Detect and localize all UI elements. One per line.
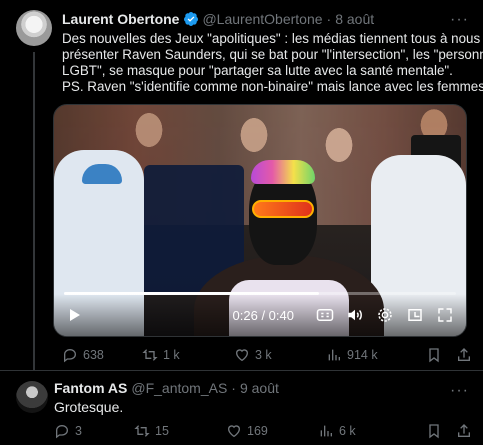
avatar[interactable]	[16, 10, 52, 46]
pip-icon[interactable]	[406, 306, 424, 324]
reply-header: Fantom AS @F_antom_AS · 9 août	[54, 380, 279, 396]
volume-icon[interactable]	[346, 306, 364, 324]
captions-icon[interactable]	[316, 306, 334, 324]
reply-button[interactable]: 638	[62, 347, 142, 363]
author-handle[interactable]: @LaurentObertone	[202, 11, 322, 27]
reply-icon	[56, 424, 69, 439]
reply-count: 3	[75, 424, 82, 438]
tweet-actions: 638 1 k 3 k 914 k	[62, 345, 472, 365]
retweet-button[interactable]: 1 k	[142, 347, 234, 363]
like-button[interactable]: 3 k	[234, 347, 326, 363]
thread-line	[33, 52, 35, 370]
views-count: 914 k	[347, 348, 378, 362]
settings-gear-icon[interactable]	[376, 306, 394, 324]
separator-dot: ·	[231, 380, 236, 396]
tweet-text-line: LGBT", se masque pour "partager sa lutte…	[62, 63, 453, 78]
reply-count: 638	[83, 348, 104, 362]
separator-dot: ·	[326, 11, 332, 27]
like-count: 169	[247, 424, 268, 438]
reply-icon	[64, 348, 77, 363]
video-controls: 0:26 / 0:40	[54, 294, 466, 336]
views-button[interactable]: 914 k	[326, 347, 416, 363]
tweet-text-line: présenter Raven Saunders, qui se bat pou…	[62, 47, 483, 62]
video-player[interactable]: 0:26 / 0:40	[53, 104, 467, 337]
tweet-text-line: Des nouvelles des Jeux "apolitiques" : l…	[62, 31, 481, 46]
tweet-date[interactable]: 8 août	[335, 11, 374, 27]
views-chart-icon	[328, 349, 340, 361]
retweet-count: 1 k	[163, 348, 180, 362]
retweet-button[interactable]: 15	[134, 423, 226, 439]
views-button[interactable]: 6 k	[318, 423, 408, 439]
reply-button[interactable]: 3	[54, 423, 134, 439]
video-time: 0:26 / 0:40	[232, 307, 294, 323]
views-count: 6 k	[339, 424, 356, 438]
heart-icon	[235, 349, 249, 362]
share-icon[interactable]	[456, 423, 472, 439]
divider	[0, 370, 483, 371]
reply-text: Grotesque.	[54, 399, 124, 415]
retweet-count: 15	[155, 424, 169, 438]
tweet-text-line: PS. Raven "s'identifie comme non-binaire…	[62, 79, 483, 94]
retweet-icon	[142, 349, 158, 361]
author-handle[interactable]: @F_antom_AS	[131, 380, 227, 396]
video-frame-glasses	[252, 200, 314, 218]
video-frame-cap	[82, 164, 122, 184]
author-name[interactable]: Laurent Obertone	[62, 11, 179, 27]
bookmark-icon[interactable]	[426, 347, 442, 363]
fullscreen-icon[interactable]	[436, 306, 454, 324]
play-icon[interactable]	[66, 307, 82, 323]
bookmark-icon[interactable]	[426, 423, 442, 439]
more-options-icon[interactable]: ···	[450, 382, 469, 400]
like-button[interactable]: 169	[226, 423, 318, 439]
like-count: 3 k	[255, 348, 272, 362]
avatar[interactable]	[16, 381, 48, 413]
author-name[interactable]: Fantom AS	[54, 380, 127, 396]
reply-date[interactable]: 9 août	[240, 380, 279, 396]
heart-icon	[227, 425, 241, 438]
retweet-icon	[134, 425, 150, 437]
verified-badge-icon	[184, 12, 199, 26]
share-icon[interactable]	[456, 347, 472, 363]
tweet-text: Des nouvelles des Jeux "apolitiques" : l…	[62, 31, 483, 95]
views-chart-icon	[320, 425, 332, 437]
reply-actions: 3 15 169 6 k	[54, 421, 472, 441]
video-frame-hair	[251, 160, 315, 184]
tweet-header: Laurent Obertone @LaurentObertone · 8 ao…	[62, 11, 374, 27]
more-options-icon[interactable]: ···	[450, 11, 469, 29]
